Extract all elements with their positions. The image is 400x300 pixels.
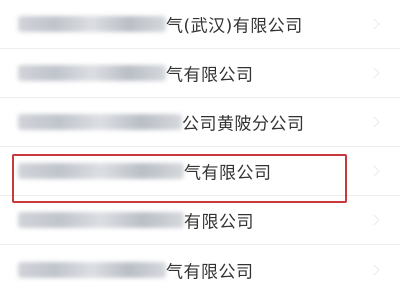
chevron-right-icon (368, 116, 380, 128)
company-name-suffix: 气有限公司 (166, 65, 254, 86)
company-list: 气(武汉)有限公司 气有限公司 公司黄陂分公司 气有限公司 有限公司 气有限公司 (0, 0, 400, 294)
chevron-right-icon (368, 18, 380, 30)
chevron-right-icon (368, 67, 380, 79)
company-name-suffix: 气有限公司 (166, 262, 254, 282)
company-list-item[interactable]: 有限公司 (0, 196, 400, 245)
company-name-suffix: 气(武汉)有限公司 (166, 16, 303, 37)
company-name-suffix: 公司黄陂分公司 (182, 114, 305, 135)
company-list-item[interactable]: 气有限公司 (0, 245, 400, 294)
redacted-text-blur (18, 65, 166, 81)
selection-highlight-box (12, 154, 347, 203)
redacted-text-blur (18, 261, 166, 278)
company-list-item[interactable]: 公司黄陂分公司 (0, 98, 400, 147)
company-list-screen: 气(武汉)有限公司 气有限公司 公司黄陂分公司 气有限公司 有限公司 气有限公司 (0, 0, 400, 300)
company-name-suffix: 有限公司 (184, 212, 254, 233)
chevron-right-icon (368, 165, 380, 177)
redacted-text-blur (18, 114, 182, 130)
chevron-right-icon (368, 263, 380, 276)
company-list-item[interactable]: 气有限公司 (0, 49, 400, 98)
redacted-text-blur (18, 16, 166, 32)
chevron-right-icon (368, 214, 380, 226)
redacted-text-blur (18, 212, 184, 228)
company-list-item[interactable]: 气(武汉)有限公司 (0, 0, 400, 49)
